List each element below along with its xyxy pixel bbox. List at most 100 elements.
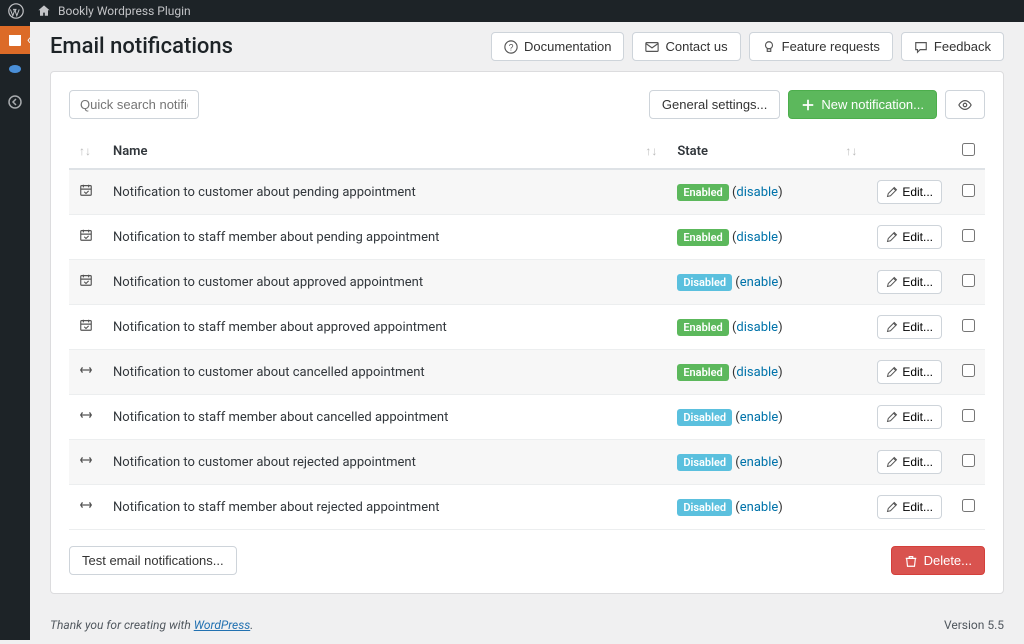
header-actions: ? Documentation Contact us Feature reque… [491,32,1004,61]
col-state: State ↑↓ [667,135,867,169]
help-icon: ? [504,40,518,54]
feedback-button[interactable]: Feedback [901,32,1004,61]
state-badge: Enabled [677,364,728,381]
state-badge: Disabled [677,499,732,516]
row-checkbox[interactable] [962,229,975,242]
wordpress-link[interactable]: WordPress [194,618,251,632]
home-icon [36,3,52,19]
chat-icon [914,40,928,54]
trash-icon [904,554,918,568]
pencil-icon [886,456,898,468]
pencil-icon [886,276,898,288]
sort-icon[interactable]: ↑↓ [645,144,657,158]
calendar-icon [7,32,23,48]
calendar-check-icon [69,215,103,260]
state-cell: Disabled (enable) [667,485,867,530]
calendar-check-icon [69,305,103,350]
toggle-state-link[interactable]: disable [736,185,778,200]
pencil-icon [886,411,898,423]
toggle-state-link[interactable]: enable [740,500,779,515]
notification-name: Notification to customer about pending a… [103,169,667,215]
new-notification-button[interactable]: New notification... [788,90,937,119]
toggle-state-link[interactable]: disable [736,230,778,245]
state-cell: Enabled (disable) [667,350,867,395]
edit-button[interactable]: Edit... [877,405,942,429]
row-checkbox[interactable] [962,499,975,512]
sort-icon[interactable]: ↑↓ [845,144,857,158]
toggle-state-link[interactable]: enable [740,275,779,290]
pencil-icon [886,231,898,243]
notification-name: Notification to customer about cancelled… [103,350,667,395]
edit-button[interactable]: Edit... [877,360,942,384]
test-email-button[interactable]: Test email notifications... [69,546,237,575]
wp-footer: Thank you for creating with WordPress. V… [30,610,1024,640]
state-badge: Disabled [677,454,732,471]
pencil-icon [886,501,898,513]
eye-icon [958,98,972,112]
table-row: Notification to customer about cancelled… [69,350,985,395]
row-checkbox[interactable] [962,409,975,422]
toggle-state-link[interactable]: disable [736,365,778,380]
search-input[interactable] [69,90,199,119]
edit-button[interactable]: Edit... [877,180,942,204]
arrows-icon [69,350,103,395]
row-checkbox[interactable] [962,319,975,332]
version-label: Version 5.5 [944,618,1004,632]
table-row: Notification to staff member about appro… [69,305,985,350]
visibility-button[interactable] [945,90,985,119]
notification-name: Notification to customer about rejected … [103,440,667,485]
state-badge: Disabled [677,409,732,426]
table-row: Notification to customer about approved … [69,260,985,305]
arrows-icon [69,485,103,530]
table-row: Notification to customer about pending a… [69,169,985,215]
pencil-icon [886,366,898,378]
notification-name: Notification to staff member about cance… [103,395,667,440]
notifications-table: ↑↓ Name ↑↓ State ↑↓ [69,135,985,530]
notification-name: Notification to customer about approved … [103,260,667,305]
select-all-checkbox[interactable] [962,143,975,156]
page-title: Email notifications [50,34,233,59]
state-badge: Enabled [677,229,728,246]
site-home-link[interactable]: Bookly Wordpress Plugin [36,3,191,19]
row-checkbox[interactable] [962,184,975,197]
calendar-check-icon [69,169,103,215]
toggle-state-link[interactable]: disable [736,320,778,335]
row-checkbox[interactable] [962,364,975,377]
edit-button[interactable]: Edit... [877,315,942,339]
arrows-icon [69,395,103,440]
chevron-left-icon: ‹ [27,32,31,48]
sidebar-item-2[interactable] [0,54,30,82]
pencil-icon [886,186,898,198]
state-badge: Enabled [677,319,728,336]
row-checkbox[interactable] [962,454,975,467]
plus-icon [801,98,815,112]
site-name: Bookly Wordpress Plugin [58,4,191,18]
toggle-state-link[interactable]: enable [740,455,779,470]
calendar-check-icon [69,260,103,305]
state-cell: Enabled (disable) [667,305,867,350]
feature-requests-button[interactable]: Feature requests [749,32,893,61]
notification-name: Notification to staff member about appro… [103,305,667,350]
documentation-button[interactable]: ? Documentation [491,32,624,61]
delete-button[interactable]: Delete... [891,546,985,575]
page-header: Email notifications ? Documentation Cont… [50,32,1004,61]
svg-text:?: ? [509,42,514,52]
cloud-icon [8,61,22,75]
state-badge: Enabled [677,184,728,201]
panel-footer: Test email notifications... Delete... [69,546,985,575]
envelope-icon [645,40,659,54]
edit-button[interactable]: Edit... [877,270,942,294]
panel-toolbar: General settings... New notification... [69,90,985,119]
sidebar-collapse[interactable] [0,88,30,116]
notification-name: Notification to staff member about rejec… [103,485,667,530]
sidebar-item-bookly[interactable]: ‹ [0,26,30,54]
sort-icon[interactable]: ↑↓ [79,144,91,158]
toggle-state-link[interactable]: enable [740,410,779,425]
table-row: Notification to staff member about rejec… [69,485,985,530]
edit-button[interactable]: Edit... [877,225,942,249]
contact-button[interactable]: Contact us [632,32,740,61]
edit-button[interactable]: Edit... [877,450,942,474]
edit-button[interactable]: Edit... [877,495,942,519]
general-settings-button[interactable]: General settings... [649,90,781,119]
row-checkbox[interactable] [962,274,975,287]
